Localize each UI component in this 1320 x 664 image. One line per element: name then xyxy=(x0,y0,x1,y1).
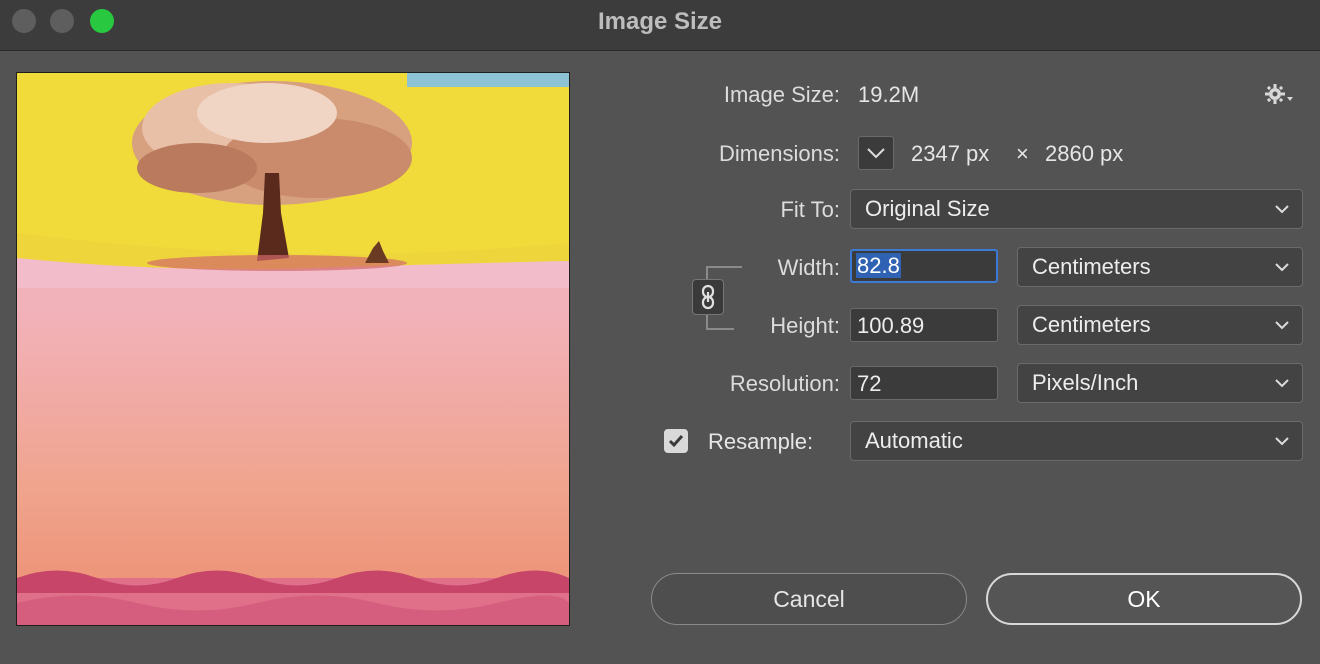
image-size-label: Image Size: xyxy=(723,82,840,107)
width-unit-selected: Centimeters xyxy=(1032,254,1151,279)
height-unit-selected: Centimeters xyxy=(1032,312,1151,337)
chevron-down-icon xyxy=(1272,306,1292,344)
resolution-unit-select[interactable]: Pixels/Inch xyxy=(1017,363,1303,403)
chevron-down-icon xyxy=(1272,422,1292,460)
resolution-input[interactable]: 72 xyxy=(850,366,998,400)
dimensions-unit-toggle[interactable] xyxy=(858,136,894,170)
resample-selected: Automatic xyxy=(865,428,963,453)
width-value: 82.8 xyxy=(856,253,901,278)
preview-painting xyxy=(17,73,569,625)
chevron-down-icon xyxy=(867,148,885,159)
height-label: Height: xyxy=(770,313,840,338)
dimensions-width-value: 2347 px xyxy=(911,141,990,166)
resolution-unit-selected: Pixels/Inch xyxy=(1032,370,1139,395)
fit-to-label: Fit To: xyxy=(780,197,840,222)
ok-button[interactable]: OK xyxy=(986,573,1302,625)
cancel-button[interactable]: Cancel xyxy=(651,573,967,625)
resolution-label: Resolution: xyxy=(729,371,840,396)
fit-to-selected: Original Size xyxy=(865,196,990,221)
link-icon xyxy=(701,284,715,310)
dimensions-height-value: 2860 px xyxy=(1045,141,1124,166)
height-value: 100.89 xyxy=(857,313,925,338)
resample-select[interactable]: Automatic xyxy=(850,421,1303,461)
dimensions-times: × xyxy=(1016,141,1029,166)
resample-label: Resample: xyxy=(708,429,814,454)
resolution-value: 72 xyxy=(857,371,882,396)
width-input[interactable]: 82.8 xyxy=(850,249,998,283)
constrain-proportions-button[interactable] xyxy=(692,279,724,315)
width-unit-select[interactable]: Centimeters xyxy=(1017,247,1303,287)
chevron-down-icon xyxy=(1272,364,1292,402)
image-size-value: 19.2M xyxy=(858,82,920,107)
window-title: Image Size xyxy=(597,8,723,35)
dimensions-label: Dimensions: xyxy=(718,141,840,166)
fit-to-select[interactable]: Original Size xyxy=(850,189,1303,229)
image-size-dialog: Image Size Image Size: 19.2M Dimensions:… xyxy=(0,0,1320,664)
height-input[interactable]: 100.89 xyxy=(850,308,998,342)
image-preview[interactable] xyxy=(16,72,570,626)
chevron-down-icon xyxy=(1272,248,1292,286)
chevron-down-icon xyxy=(1272,190,1292,228)
resample-checkbox[interactable] xyxy=(664,429,688,453)
titlebar: Image Size xyxy=(0,0,1320,51)
height-unit-select[interactable]: Centimeters xyxy=(1017,305,1303,345)
gear-icon[interactable] xyxy=(1262,80,1296,108)
checkmark-icon xyxy=(668,435,684,448)
